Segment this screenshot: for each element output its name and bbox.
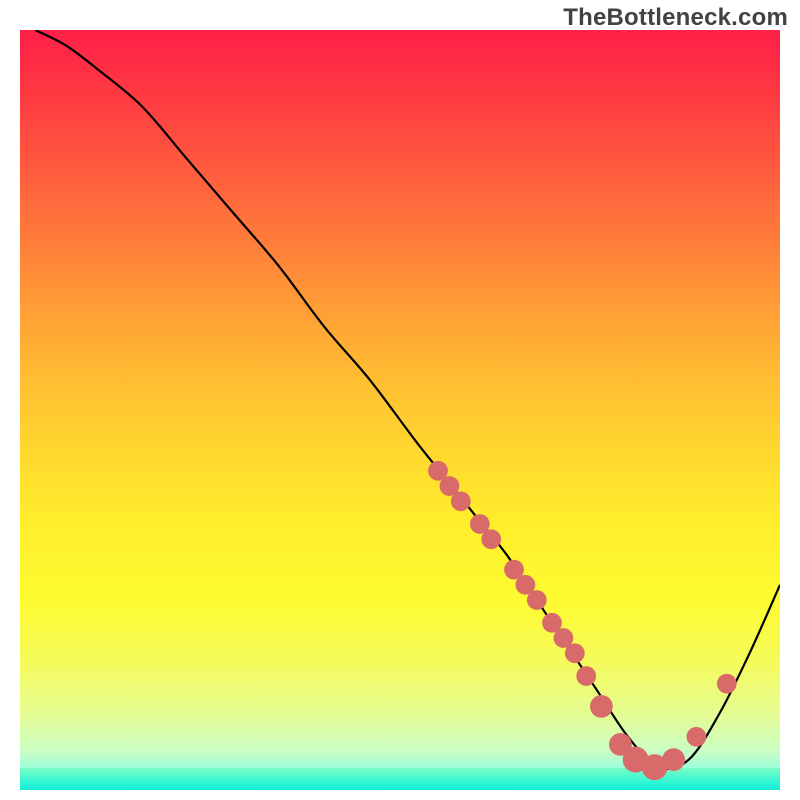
watermark-text: TheBottleneck.com — [563, 4, 788, 32]
data-marker — [687, 727, 707, 747]
data-marker — [662, 748, 685, 771]
data-marker — [717, 674, 737, 694]
data-marker — [590, 695, 613, 718]
plot-area — [20, 30, 780, 790]
data-markers — [428, 461, 737, 780]
data-marker — [451, 491, 471, 511]
bottleneck-curve — [35, 30, 780, 769]
curve-svg — [20, 30, 780, 790]
data-marker — [527, 590, 547, 610]
chart-container: TheBottleneck.com — [0, 0, 800, 800]
data-marker — [481, 529, 501, 549]
data-marker — [576, 666, 596, 686]
data-marker — [565, 643, 585, 663]
